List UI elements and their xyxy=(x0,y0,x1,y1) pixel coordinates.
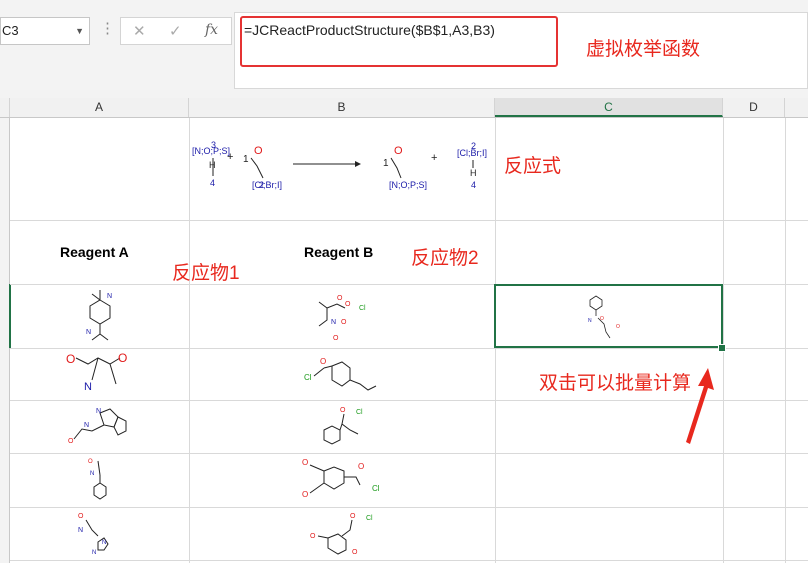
plus-sign: + xyxy=(227,151,233,163)
svg-text:N: N xyxy=(102,540,106,546)
reactant2-x-label: [Cl;Br;I] xyxy=(252,180,282,190)
byproduct-h-label: H xyxy=(470,168,477,178)
cell-b2-reagent-b[interactable]: Reagent B xyxy=(304,244,373,260)
structure-a7[interactable]: ON NN xyxy=(72,508,122,558)
reaction-template-drawing[interactable]: [N;O;P;S] 3 H 4 + 1 O [Cl;Br;I] 2 1 O [N… xyxy=(189,118,495,220)
svg-text:O: O xyxy=(341,319,347,326)
byproduct-num-bottom: 4 xyxy=(471,180,476,190)
reactant1-h-label: H xyxy=(209,160,216,170)
annotation-reactant2: 反应物2 xyxy=(411,248,479,269)
fx-button[interactable]: fx xyxy=(205,22,218,38)
product-num: 1 xyxy=(383,158,389,169)
reactant2-num2: 2 xyxy=(259,180,264,190)
structure-b5[interactable]: O Cl xyxy=(310,402,380,450)
reactant2-num: 1 xyxy=(243,154,249,165)
svg-text:N: N xyxy=(96,408,101,415)
svg-text:N: N xyxy=(84,381,92,393)
grid-line xyxy=(10,560,808,561)
svg-text:O: O xyxy=(78,513,84,520)
svg-text:N: N xyxy=(84,422,89,429)
cell-a2-reagent-a[interactable]: Reagent A xyxy=(60,244,129,260)
arrow-head xyxy=(355,161,361,167)
product-x-label: [N;O;P;S] xyxy=(389,180,427,190)
svg-text:N: N xyxy=(92,550,96,556)
name-box-value: C3 xyxy=(2,23,19,38)
svg-text:O: O xyxy=(310,533,316,540)
structure-a4[interactable]: O O N xyxy=(60,350,140,398)
svg-text:O: O xyxy=(333,335,339,342)
bond-line xyxy=(250,157,264,179)
select-all-corner[interactable] xyxy=(0,98,10,117)
grid-line xyxy=(10,453,808,454)
svg-text:O: O xyxy=(118,351,127,365)
svg-text:O: O xyxy=(320,357,326,366)
product-o-label: O xyxy=(394,145,403,157)
column-header-d[interactable]: D xyxy=(723,98,785,117)
grid-line xyxy=(785,118,786,563)
svg-text:N: N xyxy=(90,471,94,477)
structure-b6[interactable]: O O O Cl xyxy=(296,455,386,505)
svg-text:Cl: Cl xyxy=(366,515,373,522)
grid-line xyxy=(10,348,808,349)
reactant2-o-label: O xyxy=(254,145,263,157)
structure-a3[interactable]: NN xyxy=(70,286,130,346)
svg-text:O: O xyxy=(352,549,358,556)
annotation-arrow-icon xyxy=(686,368,714,444)
annotation-virtual-enum: 虚拟枚举函数 xyxy=(586,39,701,60)
svg-text:O: O xyxy=(68,438,74,445)
svg-text:O: O xyxy=(66,352,75,366)
structure-b7[interactable]: O Cl O O xyxy=(306,508,386,558)
column-header: A B C D xyxy=(0,98,808,118)
svg-text:O: O xyxy=(337,295,343,302)
annotation-reactant1: 反应物1 xyxy=(172,263,240,284)
formula-highlight-box xyxy=(240,16,558,67)
name-box[interactable]: C3 ▼ xyxy=(0,17,90,45)
plus-sign: + xyxy=(431,152,437,164)
formula-tools: ✕ ✓ fx xyxy=(120,17,232,45)
structure-a5[interactable]: N O N xyxy=(60,403,130,451)
grid-line xyxy=(10,507,808,508)
svg-text:O: O xyxy=(302,458,308,467)
svg-text:N: N xyxy=(107,293,112,300)
svg-text:Cl: Cl xyxy=(359,305,366,312)
svg-text:O: O xyxy=(358,462,364,471)
check-icon[interactable]: ✓ xyxy=(169,22,182,40)
reactant1-num-bottom: 4 xyxy=(210,178,215,188)
grid-line xyxy=(10,220,808,221)
structure-a6[interactable]: ON xyxy=(82,455,122,505)
byproduct-x-label: [Cl;Br;I] xyxy=(457,148,487,158)
grid-line xyxy=(723,118,724,563)
selected-cell-c3[interactable] xyxy=(494,284,723,348)
fill-handle[interactable] xyxy=(718,344,726,352)
drag-handle-icon[interactable]: ⋮ xyxy=(100,19,116,37)
structure-b3[interactable]: OO Cl NO O xyxy=(305,286,375,346)
close-icon[interactable]: ✕ xyxy=(133,22,146,40)
structure-b4[interactable]: Cl O xyxy=(300,352,380,398)
bond-line xyxy=(390,157,402,179)
svg-text:O: O xyxy=(345,301,351,308)
svg-text:N: N xyxy=(331,319,336,326)
chevron-down-icon[interactable]: ▼ xyxy=(75,18,84,44)
svg-text:O: O xyxy=(340,407,346,414)
svg-text:Cl: Cl xyxy=(372,484,380,493)
annotation-reaction-formula: 反应式 xyxy=(504,156,562,177)
svg-text:Cl: Cl xyxy=(304,373,312,382)
column-header-c[interactable]: C xyxy=(495,98,723,117)
svg-text:O: O xyxy=(302,490,308,499)
svg-text:N: N xyxy=(78,527,83,534)
annotation-batch-calc: 双击可以批量计算 xyxy=(539,373,692,394)
svg-text:O: O xyxy=(88,459,93,465)
column-header-a[interactable]: A xyxy=(10,98,189,117)
svg-text:N: N xyxy=(86,329,91,336)
row-header-selected-marker xyxy=(9,284,11,348)
svg-text:Cl: Cl xyxy=(356,409,363,416)
reactant1-num-top: 3 xyxy=(211,140,216,150)
svg-text:O: O xyxy=(350,513,356,520)
column-header-b[interactable]: B xyxy=(189,98,495,117)
